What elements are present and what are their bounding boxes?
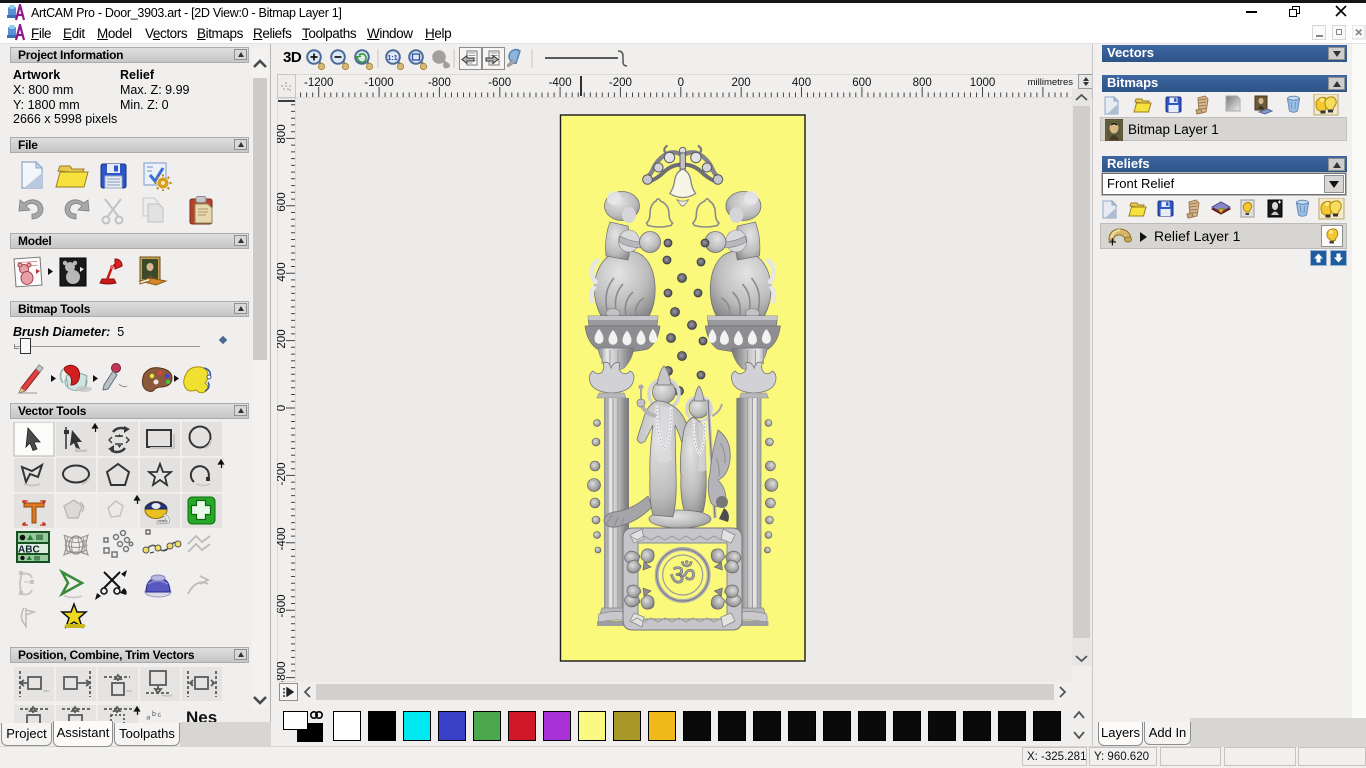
- svg-text:600: 600: [277, 192, 288, 211]
- svg-text:800: 800: [277, 124, 288, 143]
- svg-text:c: c: [157, 711, 162, 719]
- svg-text:ABC: ABC: [18, 545, 40, 556]
- svg-text:ॐ: ॐ: [669, 560, 695, 592]
- svg-text:-600: -600: [277, 594, 288, 617]
- svg-text:-800: -800: [277, 661, 288, 682]
- svg-text:millimetres: millimetres: [1028, 77, 1074, 88]
- svg-text:1:1: 1:1: [388, 55, 398, 62]
- svg-text:200: 200: [277, 329, 288, 348]
- svg-text:-400: -400: [277, 527, 288, 550]
- svg-text:b: b: [152, 711, 156, 718]
- svg-text:-200: -200: [277, 462, 288, 485]
- svg-text:400: 400: [277, 262, 288, 281]
